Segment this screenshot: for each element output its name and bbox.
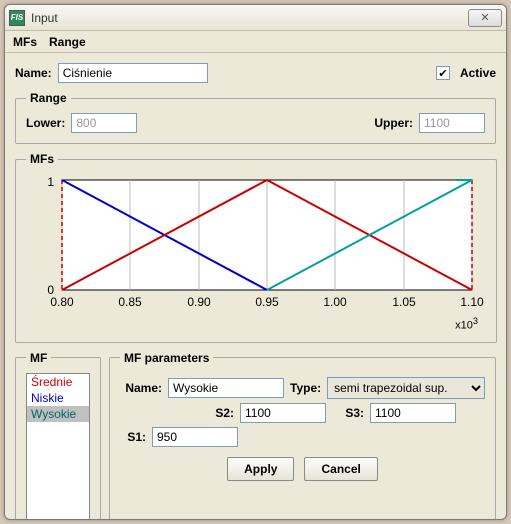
xtick-6: 1.10 xyxy=(460,295,484,309)
s3-input[interactable] xyxy=(370,403,456,423)
xtick-0: 0.80 xyxy=(50,295,74,309)
mf-listbox[interactable]: Średnie Niskie Wysokie xyxy=(26,373,90,520)
lower-input[interactable] xyxy=(71,113,137,133)
upper-input[interactable] xyxy=(419,113,485,133)
menu-range[interactable]: Range xyxy=(49,35,86,49)
mf-params-fieldset: MF parameters Name: Type: semi trapezoid… xyxy=(109,351,496,520)
mf-name-label: Name: xyxy=(120,381,162,395)
active-checkbox[interactable]: ✔ xyxy=(436,66,450,80)
mf-type-select[interactable]: semi trapezoidal sup. xyxy=(327,377,485,399)
titlebar: FIS Input ✕ xyxy=(5,5,506,31)
mf-item-srednie[interactable]: Średnie xyxy=(27,374,89,390)
range-legend: Range xyxy=(26,91,71,105)
close-icon: ✕ xyxy=(480,11,489,24)
upper-label: Upper: xyxy=(374,116,413,130)
s1-input[interactable] xyxy=(152,427,238,447)
xtick-2: 0.90 xyxy=(187,295,211,309)
mf-type-label: Type: xyxy=(290,381,321,395)
mf-list-legend: MF xyxy=(26,351,51,365)
menu-mfs[interactable]: MFs xyxy=(13,35,37,49)
mf-item-wysokie[interactable]: Wysokie xyxy=(27,406,89,422)
ytick-1: 1 xyxy=(47,175,54,189)
mf-list-fieldset: MF Średnie Niskie Wysokie xyxy=(15,351,101,520)
close-button[interactable]: ✕ xyxy=(468,9,502,27)
mfs-chart: 0 1 0.80 0.85 0.90 0.95 1.00 1.05 1.10 x… xyxy=(26,174,486,332)
cancel-button[interactable]: Cancel xyxy=(304,457,377,481)
mfs-chart-fieldset: MFs xyxy=(15,152,497,343)
name-input[interactable] xyxy=(58,63,208,83)
name-label: Name: xyxy=(15,66,52,80)
window-title: Input xyxy=(31,11,468,25)
input-dialog: FIS Input ✕ MFs Range Name: ✔ Active Ran… xyxy=(4,4,507,520)
s3-label: S3: xyxy=(338,406,364,420)
xtick-5: 1.05 xyxy=(392,295,416,309)
apply-button[interactable]: Apply xyxy=(227,457,294,481)
s2-label: S2: xyxy=(208,406,234,420)
range-fieldset: Range Lower: Upper: xyxy=(15,91,496,144)
axis-exponent: x103 xyxy=(26,316,486,332)
s1-label: S1: xyxy=(120,430,146,444)
mf-name-input[interactable] xyxy=(168,378,284,398)
mf-params-legend: MF parameters xyxy=(120,351,213,365)
xtick-1: 0.85 xyxy=(118,295,142,309)
s2-input[interactable] xyxy=(240,403,326,423)
active-label: Active xyxy=(460,66,496,80)
xtick-3: 0.95 xyxy=(255,295,279,309)
mfs-chart-legend: MFs xyxy=(26,152,58,166)
xtick-4: 1.00 xyxy=(323,295,347,309)
lower-label: Lower: xyxy=(26,116,65,130)
app-icon: FIS xyxy=(9,10,25,26)
menubar: MFs Range xyxy=(5,31,506,53)
mf-item-niskie[interactable]: Niskie xyxy=(27,390,89,406)
